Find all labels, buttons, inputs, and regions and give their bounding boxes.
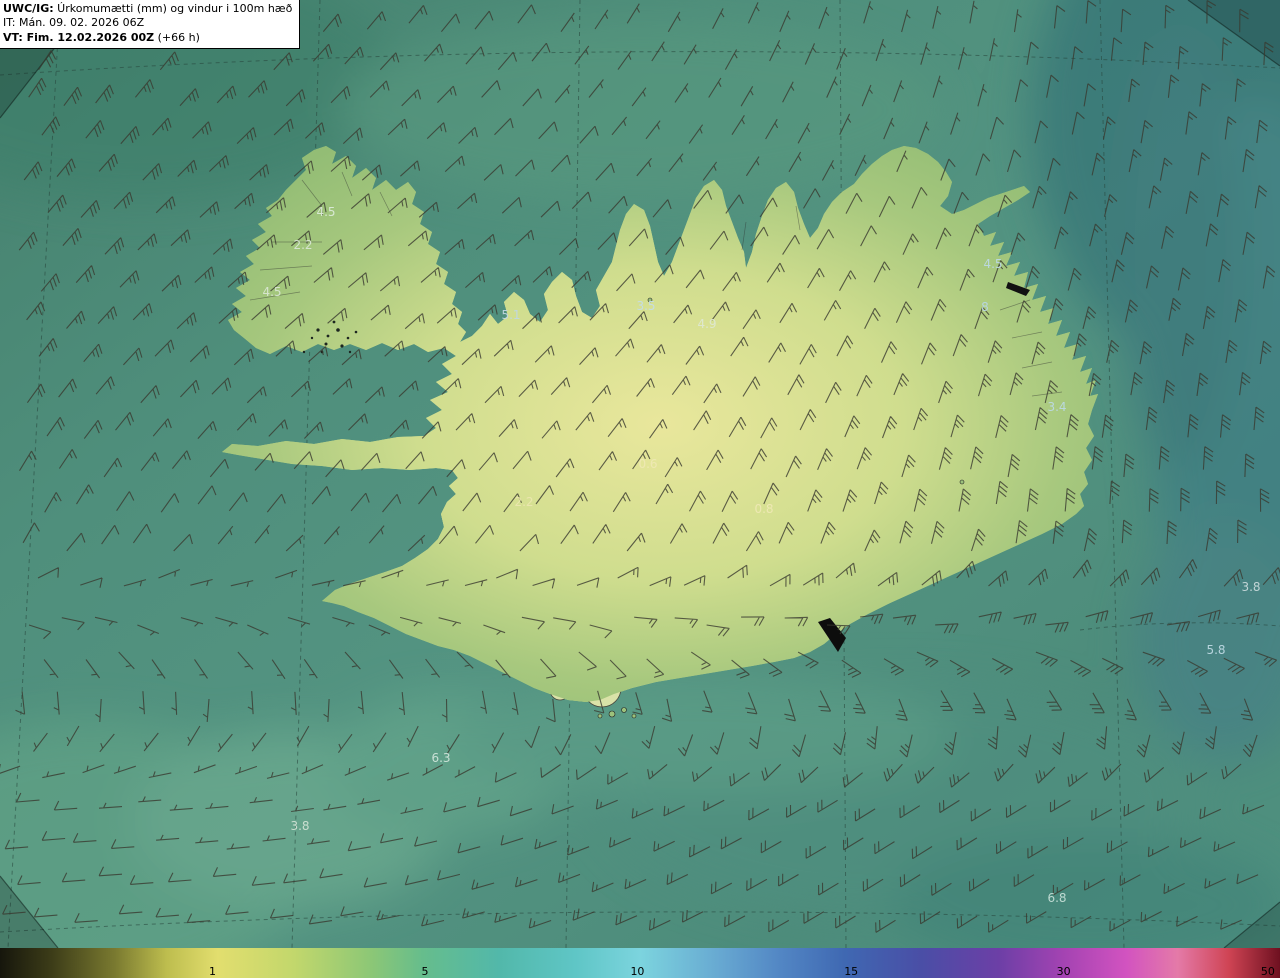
map-value-label: 3.8 [1241,580,1260,594]
weather-map-viewport: 4.5 2.2 4.5 5.1 3.5 4.9 4.5 8 3.4 0.6 2.2 0.8 3.8 5.8… [0,0,1280,978]
map-value-label: 4.5 [316,205,335,219]
map-value-label: 4.9 [697,317,716,331]
valid-time-line: VT: Fim. 12.02.2026 00Z (+66 h) [3,31,292,45]
valid-time-bold: VT: Fim. 12.02.2026 00Z [3,30,155,44]
colorbar: 1 5 10 15 30 50 [0,948,1280,978]
map-title-box: UWC/IG: Úrkomumætti (mm) og vindur i 100… [0,0,301,49]
map-title-line: UWC/IG: Úrkomumætti (mm) og vindur i 100… [3,2,292,16]
map-value-label: 2.2 [293,238,312,252]
map-value-label: 3.8 [290,819,309,833]
map-canvas: 4.5 2.2 4.5 5.1 3.5 4.9 4.5 8 3.4 0.6 2.2 0.8 3.8 5.8… [0,0,1280,948]
map-value-label: 8 [981,300,989,314]
map-value-label: 2.2 [514,495,533,509]
map-value-label: 4.5 [262,285,281,299]
map-title-text: Úrkomumætti (mm) og vindur i 100m hæð [53,2,293,15]
colorbar-tick-label: 15 [844,965,859,978]
map-value-label: 6.3 [431,751,450,765]
colorbar-tick-label: 5 [421,965,429,978]
map-value-label: 4.5 [983,257,1002,271]
map-value-label: 0.6 [638,457,657,471]
map-value-label: 5.8 [1206,643,1225,657]
init-time-line: IT: Mán. 09. 02. 2026 06Z [3,16,145,30]
map-value-label: 0.8 [754,502,773,516]
map-value-label: 3.4 [1047,400,1066,414]
model-name: UWC/IG: [3,2,54,15]
valid-time-offset: (+66 h) [154,30,200,44]
colorbar-tick-label: 1 [208,965,216,978]
colorbar-tick-label: 10 [630,965,645,978]
map-svg: 4.5 2.2 4.5 5.1 3.5 4.9 4.5 8 3.4 0.6 2.2 0.8 3.8 5.8… [0,0,1280,948]
colorbar-tick-label: 30 [1056,965,1071,978]
map-value-label: 6.8 [1047,891,1066,905]
map-value-label: 3.5 [636,299,655,313]
colorbar-tick-label: 50 [1260,965,1275,978]
map-value-label: 5.1 [501,308,520,322]
